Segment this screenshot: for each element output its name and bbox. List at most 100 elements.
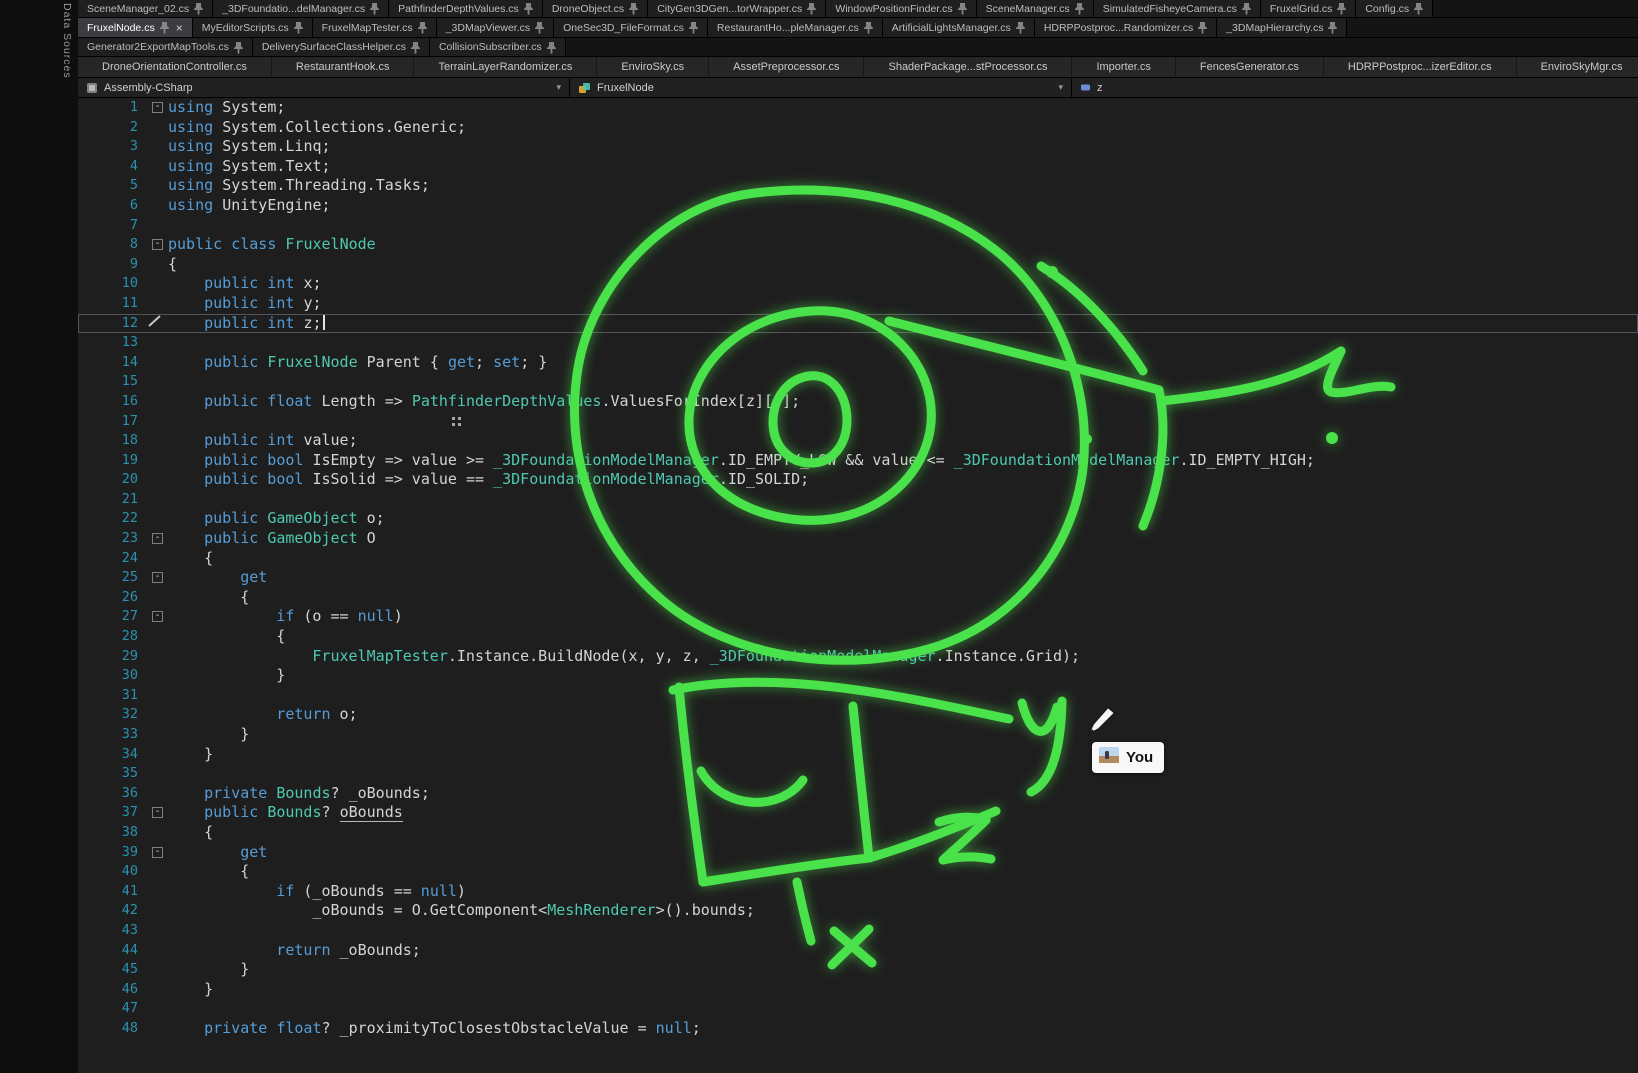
document-tab[interactable]: TerrainLayerRandomizer.cs bbox=[414, 57, 597, 77]
code-line-1[interactable]: 1-using System; bbox=[78, 98, 1638, 118]
document-tab[interactable]: FruxelNode.cs× bbox=[78, 18, 193, 37]
code-line-7[interactable]: 7 bbox=[78, 216, 1638, 236]
member-dropdown[interactable]: z bbox=[1072, 78, 1638, 97]
code-line-31[interactable]: 31 bbox=[78, 686, 1638, 706]
code-line-34[interactable]: 34} bbox=[78, 745, 1638, 765]
document-tab[interactable]: SceneManager.cs bbox=[977, 0, 1094, 17]
code-line-13[interactable]: 13 bbox=[78, 333, 1638, 353]
code-line-41[interactable]: 41if (_oBounds == null) bbox=[78, 882, 1638, 902]
document-tab[interactable]: CityGen3DGen...torWrapper.cs bbox=[648, 0, 826, 17]
document-tab[interactable]: WindowPositionFinder.cs bbox=[826, 0, 976, 17]
close-icon[interactable]: × bbox=[174, 22, 183, 34]
pin-icon[interactable] bbox=[1414, 2, 1423, 15]
document-tab[interactable]: DroneObject.cs bbox=[543, 0, 648, 17]
document-tab[interactable]: ArtificialLightsManager.cs bbox=[883, 18, 1035, 37]
document-tab[interactable]: FruxelMapTester.cs bbox=[313, 18, 437, 37]
code-line-36[interactable]: 36private Bounds? _oBounds; bbox=[78, 784, 1638, 804]
fold-collapse-icon[interactable]: - bbox=[152, 847, 163, 858]
code-line-43[interactable]: 43 bbox=[78, 921, 1638, 941]
code-line-20[interactable]: 20public bool IsSolid => value == _3DFou… bbox=[78, 470, 1638, 490]
pin-icon[interactable] bbox=[535, 21, 544, 34]
fold-collapse-icon[interactable]: - bbox=[152, 239, 163, 250]
document-tab[interactable]: FencesGenerator.cs bbox=[1176, 57, 1324, 77]
pin-icon[interactable] bbox=[1075, 2, 1084, 15]
pin-icon[interactable] bbox=[1198, 21, 1207, 34]
document-tab[interactable]: HDRPPostproc...izerEditor.cs bbox=[1324, 57, 1517, 77]
document-tab[interactable]: OneSec3D_FileFormat.cs bbox=[554, 18, 708, 37]
code-line-40[interactable]: 40{ bbox=[78, 862, 1638, 882]
document-tab[interactable]: SimulatedFisheyeCamera.cs bbox=[1094, 0, 1261, 17]
data-sources-vertical-tab[interactable]: Data Sources bbox=[61, 3, 73, 79]
fold-collapse-icon[interactable]: - bbox=[152, 102, 163, 113]
code-line-3[interactable]: 3using System.Linq; bbox=[78, 137, 1638, 157]
pin-icon[interactable] bbox=[864, 21, 873, 34]
code-line-10[interactable]: 10public int x; bbox=[78, 274, 1638, 294]
pin-icon[interactable] bbox=[1016, 21, 1025, 34]
pin-icon[interactable] bbox=[1337, 2, 1346, 15]
document-tab[interactable]: _3DMapHierarchy.cs bbox=[1217, 18, 1347, 37]
code-line-47[interactable]: 47 bbox=[78, 999, 1638, 1019]
code-line-11[interactable]: 11public int y; bbox=[78, 294, 1638, 314]
code-line-5[interactable]: 5using System.Threading.Tasks; bbox=[78, 176, 1638, 196]
code-line-23[interactable]: 23-public GameObject O bbox=[78, 529, 1638, 549]
code-line-44[interactable]: 44return _oBounds; bbox=[78, 941, 1638, 961]
pin-icon[interactable] bbox=[958, 2, 967, 15]
code-line-46[interactable]: 46} bbox=[78, 980, 1638, 1000]
pin-icon[interactable] bbox=[524, 2, 533, 15]
document-tab[interactable]: ShaderPackage...stProcessor.cs bbox=[864, 57, 1072, 77]
code-line-27[interactable]: 27-if (o == null) bbox=[78, 607, 1638, 627]
document-tab[interactable]: PathfinderDepthValues.cs bbox=[389, 0, 543, 17]
document-tab[interactable]: Generator2ExportMapTools.cs bbox=[78, 38, 253, 56]
code-line-4[interactable]: 4using System.Text; bbox=[78, 157, 1638, 177]
code-line-33[interactable]: 33} bbox=[78, 725, 1638, 745]
document-tab[interactable]: DeliverySurfaceClassHelper.cs bbox=[253, 38, 430, 56]
code-line-32[interactable]: 32return o; bbox=[78, 705, 1638, 725]
pin-icon[interactable] bbox=[1328, 21, 1337, 34]
pin-icon[interactable] bbox=[547, 41, 556, 54]
document-tab[interactable]: RestaurantHo...pleManager.cs bbox=[708, 18, 883, 37]
code-line-17[interactable]: 17 bbox=[78, 412, 1638, 432]
code-line-8[interactable]: 8-public class FruxelNode bbox=[78, 235, 1638, 255]
pin-icon[interactable] bbox=[194, 2, 203, 15]
code-line-42[interactable]: 42_oBounds = O.GetComponent<MeshRenderer… bbox=[78, 901, 1638, 921]
document-tab[interactable]: Config.cs bbox=[1356, 0, 1433, 17]
document-tab[interactable]: DroneOrientationController.cs bbox=[78, 57, 272, 77]
document-tab[interactable]: _3DFoundatio...delManager.cs bbox=[213, 0, 389, 17]
document-tab[interactable]: EnviroSky.cs bbox=[597, 57, 709, 77]
code-line-15[interactable]: 15 bbox=[78, 372, 1638, 392]
code-line-12[interactable]: 12public int z; bbox=[78, 314, 1638, 334]
code-line-6[interactable]: 6using UnityEngine; bbox=[78, 196, 1638, 216]
code-line-26[interactable]: 26{ bbox=[78, 588, 1638, 608]
pin-icon[interactable] bbox=[1242, 2, 1251, 15]
pin-icon[interactable] bbox=[629, 2, 638, 15]
document-tab[interactable]: SceneManager_02.cs bbox=[78, 0, 213, 17]
code-line-29[interactable]: 29FruxelMapTester.Instance.BuildNode(x, … bbox=[78, 647, 1638, 667]
document-tab[interactable]: _3DMapViewer.cs bbox=[437, 18, 554, 37]
code-line-9[interactable]: 9{ bbox=[78, 255, 1638, 275]
pin-icon[interactable] bbox=[234, 41, 243, 54]
code-line-37[interactable]: 37-public Bounds? oBounds bbox=[78, 803, 1638, 823]
document-tab[interactable]: RestaurantHook.cs bbox=[272, 57, 415, 77]
fold-collapse-icon[interactable]: - bbox=[152, 807, 163, 818]
document-tab[interactable]: CollisionSubscriber.cs bbox=[430, 38, 566, 56]
code-line-45[interactable]: 45} bbox=[78, 960, 1638, 980]
code-editor[interactable]: 1-using System;2using System.Collections… bbox=[78, 98, 1638, 1073]
pin-icon[interactable] bbox=[411, 41, 420, 54]
code-line-22[interactable]: 22public GameObject o; bbox=[78, 509, 1638, 529]
code-line-25[interactable]: 25-get bbox=[78, 568, 1638, 588]
document-tab[interactable]: EnviroSkyMgr.cs bbox=[1517, 57, 1638, 77]
code-line-14[interactable]: 14public FruxelNode Parent { get; set; } bbox=[78, 353, 1638, 373]
fold-collapse-icon[interactable]: - bbox=[152, 611, 163, 622]
pin-icon[interactable] bbox=[370, 2, 379, 15]
fold-collapse-icon[interactable]: - bbox=[152, 572, 163, 583]
code-line-39[interactable]: 39-get bbox=[78, 843, 1638, 863]
document-tab[interactable]: AssetPreprocessor.cs bbox=[709, 57, 864, 77]
code-line-38[interactable]: 38{ bbox=[78, 823, 1638, 843]
fold-collapse-icon[interactable]: - bbox=[152, 533, 163, 544]
code-line-2[interactable]: 2using System.Collections.Generic; bbox=[78, 118, 1638, 138]
code-line-21[interactable]: 21 bbox=[78, 490, 1638, 510]
document-tab[interactable]: Importer.cs bbox=[1072, 57, 1175, 77]
document-tab[interactable]: HDRPPostproc...Randomizer.cs bbox=[1035, 18, 1217, 37]
document-tab[interactable]: FruxelGrid.cs bbox=[1261, 0, 1356, 17]
pin-icon[interactable] bbox=[807, 2, 816, 15]
